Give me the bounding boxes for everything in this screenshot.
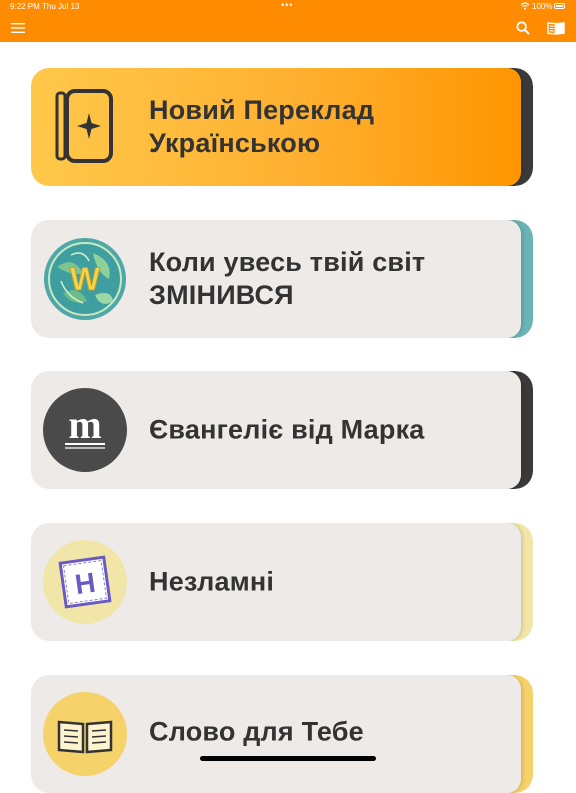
library-button[interactable] bbox=[545, 17, 567, 39]
open-book-icon bbox=[547, 21, 565, 35]
book-logo bbox=[43, 692, 127, 776]
card-title: Євангеліє від Марка bbox=[149, 414, 425, 447]
tablet-star-icon bbox=[43, 85, 127, 169]
card-title-line1: Новий Переклад bbox=[149, 94, 374, 127]
card-title-line1: Євангеліє від Марка bbox=[149, 414, 425, 447]
app-card-nezlamni[interactable]: H Незламні bbox=[31, 523, 533, 641]
card-title-line1: Коли увесь твій світ bbox=[149, 246, 425, 279]
hamburger-menu-icon bbox=[11, 22, 25, 34]
card-title-line1: Незламні bbox=[149, 566, 274, 599]
app-card-slovo-dlia-tebe[interactable]: Слово для Тебе bbox=[31, 675, 533, 793]
menu-button[interactable] bbox=[7, 17, 29, 39]
m-logo-letter: m bbox=[68, 402, 101, 447]
h-logo-letter: H bbox=[73, 567, 97, 601]
search-button[interactable] bbox=[512, 17, 534, 39]
battery-icon bbox=[554, 3, 565, 9]
top-navigation-bar bbox=[0, 14, 576, 42]
w-leaf-logo: W bbox=[43, 237, 127, 321]
card-title-line2: Українською bbox=[149, 127, 374, 160]
card-title: Незламні bbox=[149, 566, 274, 599]
w-logo-letter: W bbox=[70, 261, 101, 297]
app-card-yevanhelie-vid-marka[interactable]: m Євангеліє від Марка bbox=[31, 371, 533, 489]
wifi-icon bbox=[520, 1, 530, 13]
search-icon bbox=[516, 21, 530, 35]
card-title-line2: ЗМІНИВСЯ bbox=[149, 279, 425, 312]
card-title: Слово для Тебе bbox=[149, 716, 364, 749]
card-title: Коли увесь твій світ ЗМІНИВСЯ bbox=[149, 246, 425, 312]
home-indicator[interactable] bbox=[200, 756, 376, 761]
m-logo: m bbox=[43, 388, 127, 472]
card-title: Новий Переклад Українською bbox=[149, 94, 374, 160]
app-card-novyi-pereklad[interactable]: Новий Переклад Українською bbox=[31, 68, 533, 186]
status-time: 9:22 PM bbox=[10, 2, 40, 11]
battery-percentage: 100% bbox=[532, 2, 552, 11]
status-bar: 9:22 PM Thu Jul 13 ••• 100% bbox=[0, 0, 576, 14]
multitasking-dots[interactable]: ••• bbox=[281, 0, 293, 10]
status-date: Thu Jul 13 bbox=[42, 2, 79, 11]
card-title-line1: Слово для Тебе bbox=[149, 716, 364, 749]
h-sticker-logo: H bbox=[43, 540, 127, 624]
app-card-koly-uves-svit[interactable]: W Коли увесь твій світ ЗМІНИВСЯ bbox=[31, 220, 533, 338]
